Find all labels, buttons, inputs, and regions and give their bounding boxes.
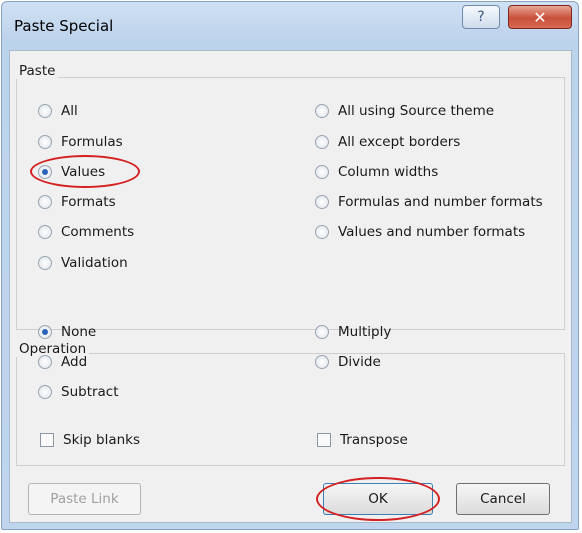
radio-paste-column-widths[interactable]: Column widths — [315, 164, 438, 180]
radio-operation-subtract[interactable]: Subtract — [38, 384, 119, 400]
option-label: Formulas and number formats — [338, 194, 543, 210]
checkbox-label: Skip blanks — [63, 432, 140, 448]
option-label: Formats — [61, 194, 116, 210]
radio-paste-values-and-number-formats[interactable]: Values and number formats — [315, 224, 525, 240]
checkbox-icon — [317, 433, 331, 447]
option-label: Comments — [61, 224, 135, 240]
option-label: All except borders — [338, 134, 461, 150]
radio-button-icon — [38, 256, 52, 270]
checkbox-label: Transpose — [340, 432, 408, 448]
ok-button[interactable]: OK — [323, 483, 433, 515]
option-label: Values and number formats — [338, 224, 526, 240]
radio-paste-comments[interactable]: Comments — [38, 224, 134, 240]
option-label: Divide — [338, 354, 381, 370]
radio-button-icon — [315, 165, 329, 179]
radio-paste-formats[interactable]: Formats — [38, 194, 116, 210]
option-label: Validation — [61, 255, 128, 271]
radio-button-icon — [38, 195, 52, 209]
radio-paste-all-using-source-theme[interactable]: All using Source theme — [315, 103, 494, 119]
option-label: Values — [61, 164, 106, 180]
radio-button-icon — [315, 325, 329, 339]
radio-button-icon — [315, 355, 329, 369]
button-label: Cancel — [480, 491, 526, 507]
radio-button-icon — [38, 355, 52, 369]
radio-operation-add[interactable]: Add — [38, 354, 87, 370]
radio-button-icon — [315, 225, 329, 239]
title-bar: Paste Special ? ✕ — [2, 2, 578, 52]
option-label: Subtract — [61, 384, 119, 400]
option-label: Formulas — [61, 134, 123, 150]
radio-button-icon — [38, 135, 52, 149]
skip-blanks-checkbox[interactable]: Skip blanks — [40, 432, 140, 448]
radio-paste-formulas[interactable]: Formulas — [38, 134, 123, 150]
option-label: None — [61, 324, 97, 340]
help-button[interactable]: ? — [462, 5, 500, 29]
dialog-title: Paste Special — [14, 17, 114, 35]
close-button[interactable]: ✕ — [508, 5, 572, 29]
radio-paste-validation[interactable]: Validation — [38, 255, 128, 271]
radio-paste-values[interactable]: Values — [38, 164, 105, 180]
radio-button-icon — [38, 385, 52, 399]
radio-paste-all[interactable]: All — [38, 103, 78, 119]
radio-selected-icon — [38, 325, 52, 339]
option-label: Add — [61, 354, 88, 370]
option-label: All — [61, 103, 78, 119]
radio-button-icon — [38, 104, 52, 118]
option-label: All using Source theme — [338, 103, 495, 119]
dialog-body: Paste All Formulas Values Formats Commen… — [9, 50, 572, 523]
radio-operation-none[interactable]: None — [38, 324, 96, 340]
paste-special-dialog: Paste Special ? ✕ Paste All Formulas Val… — [1, 1, 579, 530]
radio-operation-multiply[interactable]: Multiply — [315, 324, 391, 340]
operation-group — [16, 353, 565, 466]
help-icon: ? — [477, 9, 485, 25]
paste-group-label: Paste — [16, 63, 59, 79]
close-icon: ✕ — [533, 7, 547, 27]
radio-button-icon — [315, 104, 329, 118]
radio-button-icon — [315, 135, 329, 149]
checkbox-icon — [40, 433, 54, 447]
radio-button-icon — [38, 225, 52, 239]
radio-paste-formulas-and-number-formats[interactable]: Formulas and number formats — [315, 194, 543, 210]
option-label: Column widths — [338, 164, 439, 180]
paste-link-button[interactable]: Paste Link — [28, 483, 141, 515]
transpose-checkbox[interactable]: Transpose — [317, 432, 408, 448]
button-label: Paste Link — [50, 491, 119, 507]
button-label: OK — [368, 491, 388, 507]
radio-selected-icon — [38, 165, 52, 179]
radio-paste-all-except-borders[interactable]: All except borders — [315, 134, 460, 150]
radio-button-icon — [315, 195, 329, 209]
cancel-button[interactable]: Cancel — [456, 483, 550, 515]
radio-operation-divide[interactable]: Divide — [315, 354, 381, 370]
option-label: Multiply — [338, 324, 392, 340]
